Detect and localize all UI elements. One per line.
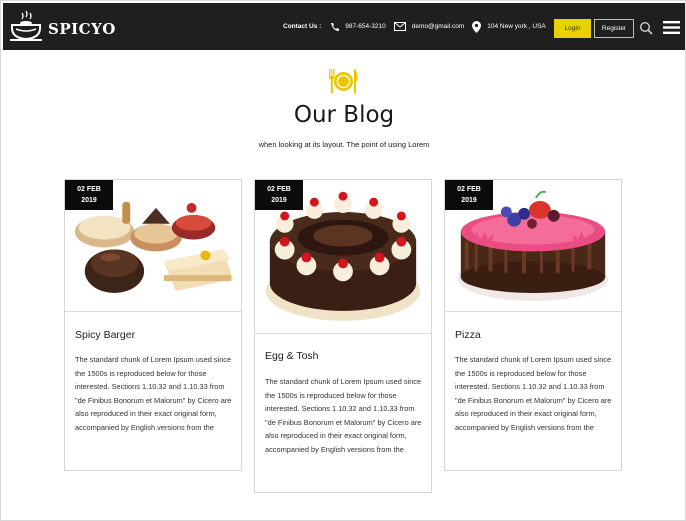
date-day: 02 FEB <box>77 186 101 193</box>
post-excerpt: The standard chunk of Lorem Ipsum used s… <box>265 377 422 454</box>
post-title[interactable]: Spicy Barger <box>75 329 135 341</box>
date-badge: 02 FEB 2019 <box>445 180 493 210</box>
brand-logo[interactable]: SPICYO <box>9 10 116 42</box>
contact-phone[interactable]: 987-654-3210 <box>345 23 385 30</box>
brand-name: SPICYO <box>48 20 116 38</box>
post-excerpt: The standard chunk of Lorem Ipsum used s… <box>75 355 232 432</box>
date-year: 2019 <box>461 197 477 204</box>
date-year: 2019 <box>271 197 287 204</box>
contact-bar: Contact Us : 987-654-3210 demo@gmail.com… <box>283 3 554 50</box>
login-button[interactable]: Login <box>554 19 591 38</box>
date-year: 2019 <box>81 197 97 204</box>
search-icon[interactable] <box>639 21 653 35</box>
date-day: 02 FEB <box>457 186 481 193</box>
blog-card[interactable]: 02 FEB 2019 <box>444 179 622 471</box>
hamburger-menu-icon[interactable] <box>663 20 680 35</box>
page-frame: SPICYO Contact Us : 987-654-3210 demo@gm… <box>0 0 686 521</box>
date-badge: 02 FEB 2019 <box>65 180 113 210</box>
contact-label: Contact Us : <box>283 23 322 30</box>
cooking-pot-icon <box>10 10 42 41</box>
post-title[interactable]: Pizza <box>455 329 481 341</box>
register-button[interactable]: Register <box>594 19 634 38</box>
location-pin-icon <box>472 20 482 33</box>
blog-card[interactable]: 02 FEB 2019 <box>254 179 432 493</box>
section-title: Our Blog <box>293 102 395 128</box>
post-excerpt: The standard chunk of Lorem Ipsum used s… <box>455 355 612 432</box>
date-badge: 02 FEB 2019 <box>255 180 303 210</box>
top-header: SPICYO Contact Us : 987-654-3210 demo@gm… <box>3 3 685 50</box>
blog-card[interactable]: 02 FEB 2019 <box>64 179 242 471</box>
post-title[interactable]: Egg & Tosh <box>265 350 319 362</box>
date-day: 02 FEB <box>267 186 291 193</box>
section-subtitle: when looking at its layout. The point of… <box>258 140 430 149</box>
contact-address: 104 New york , USA <box>487 23 546 30</box>
contact-email[interactable]: demo@gmail.com <box>412 23 464 30</box>
plate-fork-knife-icon <box>329 69 358 94</box>
email-icon <box>393 22 406 31</box>
phone-icon <box>329 22 340 32</box>
